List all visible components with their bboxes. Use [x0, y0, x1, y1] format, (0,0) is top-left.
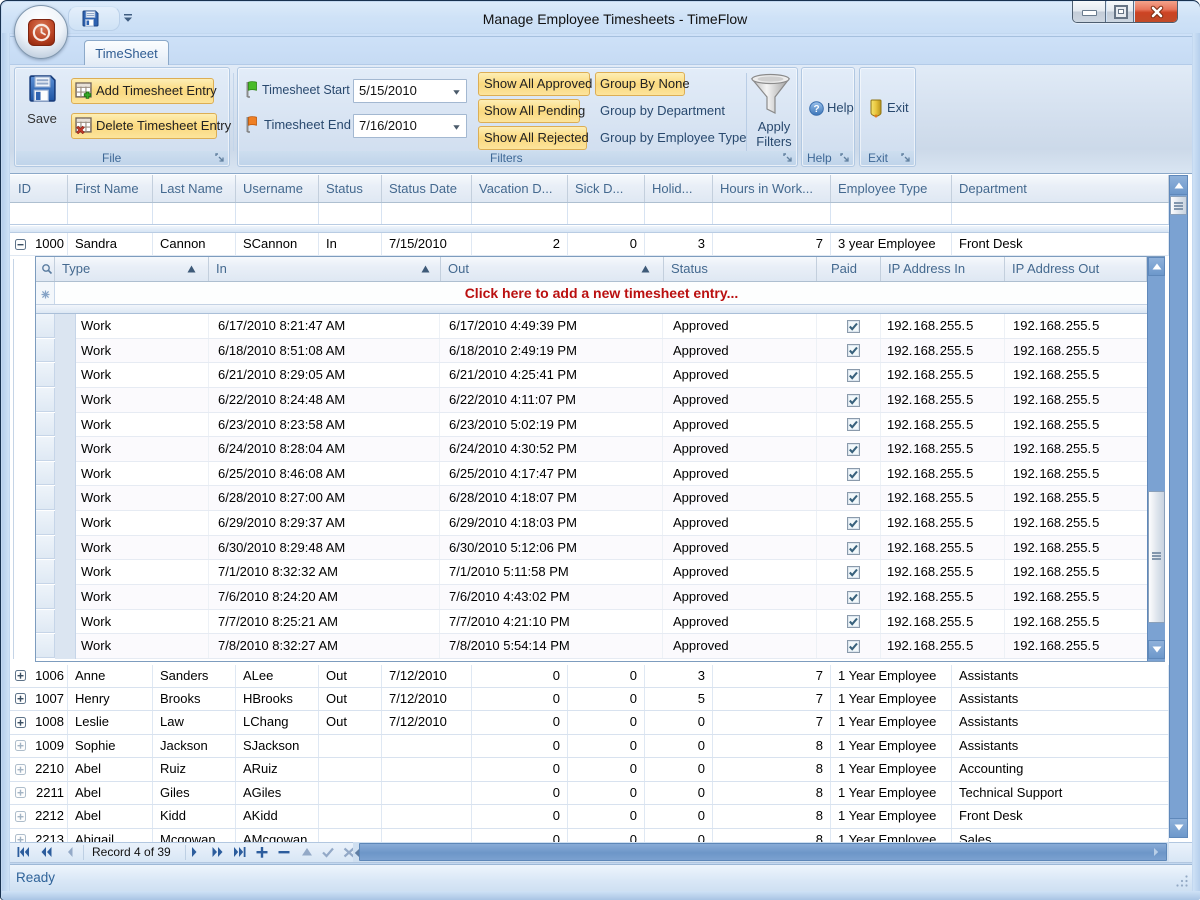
svg-text:?: ?	[813, 104, 819, 115]
